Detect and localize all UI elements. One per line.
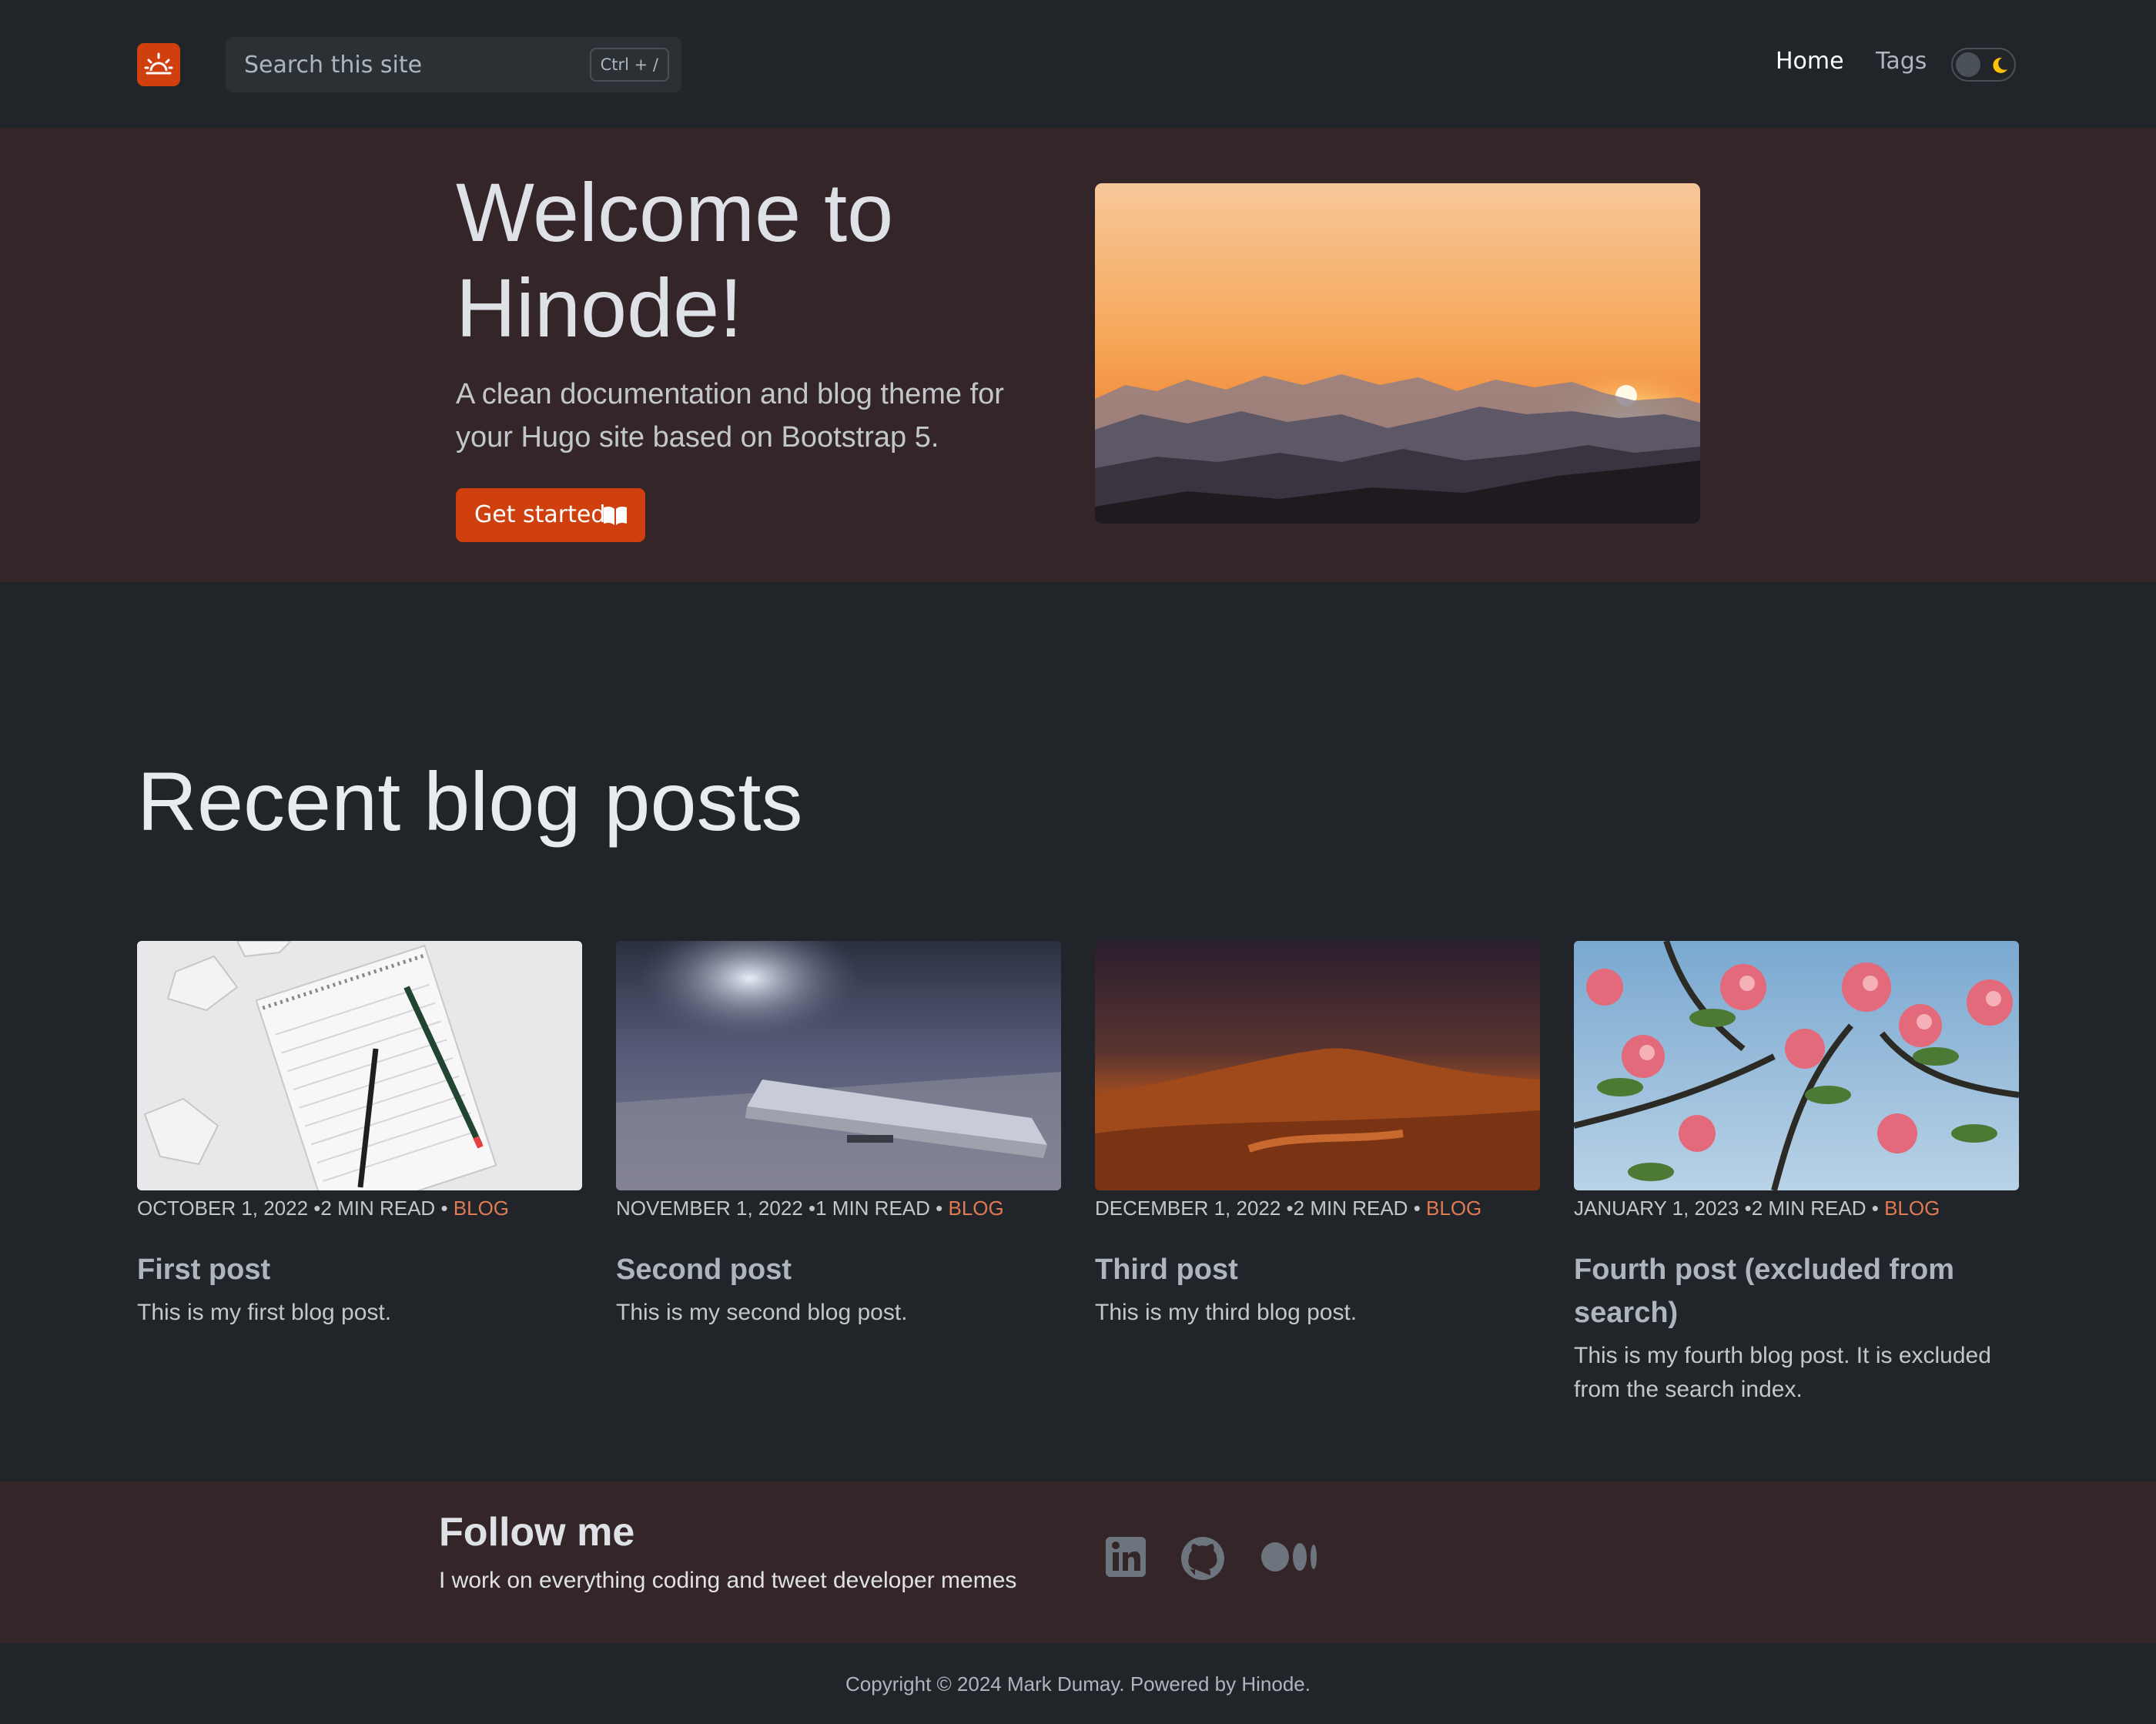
search-shortcut-hint: Ctrl + / — [589, 48, 669, 82]
medium-link[interactable] — [1260, 1535, 1320, 1582]
post-category-link[interactable]: BLOG — [1426, 1197, 1481, 1220]
home-logo[interactable] — [137, 43, 180, 86]
post-meta: OCTOBER 1, 2022 •2 MIN READ • BLOG — [137, 1197, 510, 1220]
post-title[interactable]: Third post — [1095, 1248, 1540, 1291]
footer: Copyright © 2024 Mark Dumay. Powered by … — [0, 1643, 2156, 1724]
get-started-label: Get started — [474, 501, 606, 528]
nav-link-home[interactable]: Home — [1776, 48, 1844, 75]
follow-section: Follow me I work on everything coding an… — [0, 1481, 2156, 1643]
post-title[interactable]: First post — [137, 1248, 582, 1291]
post-image-phone — [616, 941, 1061, 1190]
post-card[interactable]: NOVEMBER 1, 2022 •1 MIN READ • BLOG Seco… — [616, 941, 1061, 1330]
sunrise-icon — [144, 52, 173, 75]
post-read-time: 1 MIN READ — [815, 1197, 930, 1220]
post-date: JANUARY 1, 2023 — [1574, 1197, 1739, 1220]
linkedin-icon — [1106, 1537, 1146, 1577]
recent-posts-title: Recent blog posts — [137, 755, 803, 848]
post-card[interactable]: OCTOBER 1, 2022 •2 MIN READ • BLOG First… — [137, 941, 582, 1330]
post-category-link[interactable]: BLOG — [454, 1197, 509, 1220]
post-date: OCTOBER 1, 2022 — [137, 1197, 309, 1220]
post-title[interactable]: Fourth post (excluded from search) — [1574, 1248, 2019, 1334]
linkedin-link[interactable] — [1104, 1535, 1147, 1582]
post-image-notebook — [137, 941, 582, 1190]
github-link[interactable] — [1180, 1535, 1226, 1585]
follow-text: I work on everything coding and tweet de… — [439, 1568, 1017, 1593]
post-read-time: 2 MIN READ — [1293, 1197, 1408, 1220]
post-meta: NOVEMBER 1, 2022 •1 MIN READ • BLOG — [616, 1197, 1004, 1220]
theme-toggle[interactable] — [1951, 48, 2016, 82]
post-description: This is my fourth blog post. It is exclu… — [1574, 1343, 1991, 1402]
hero-section: Welcome to Hinode! A clean documentation… — [0, 128, 2156, 582]
post-date: NOVEMBER 1, 2022 — [616, 1197, 803, 1220]
post-meta: JANUARY 1, 2023 •2 MIN READ • BLOG — [1574, 1197, 1940, 1220]
search-box: Ctrl + / — [226, 37, 681, 92]
moon-icon — [1993, 57, 2007, 73]
github-icon — [1181, 1537, 1224, 1580]
toggle-knob — [1956, 52, 1980, 77]
post-date: DECEMBER 1, 2022 — [1095, 1197, 1281, 1220]
post-description: This is my first blog post. — [137, 1300, 392, 1325]
hero-title: Welcome to Hinode! — [456, 166, 894, 354]
navbar: Ctrl + / Home Tags — [0, 0, 2156, 128]
medium-icon — [1261, 1542, 1317, 1572]
post-description: This is my second blog post. — [616, 1300, 908, 1325]
post-category-link[interactable]: BLOG — [948, 1197, 1003, 1220]
post-meta: DECEMBER 1, 2022 •2 MIN READ • BLOG — [1095, 1197, 1482, 1220]
post-read-time: 2 MIN READ — [1751, 1197, 1866, 1220]
follow-title: Follow me — [439, 1510, 635, 1555]
post-description: This is my third blog post. — [1095, 1300, 1358, 1325]
post-image-desert-dunes — [1095, 941, 1540, 1190]
get-started-button[interactable]: Get started — [456, 488, 645, 542]
book-open-icon — [604, 506, 627, 525]
hero-image-sunset-mountains — [1095, 183, 1700, 524]
post-card[interactable]: DECEMBER 1, 2022 •2 MIN READ • BLOG Thir… — [1095, 941, 1540, 1330]
nav-link-tags[interactable]: Tags — [1876, 48, 1927, 75]
post-image-blossoms — [1574, 941, 2019, 1190]
post-category-link[interactable]: BLOG — [1884, 1197, 1940, 1220]
post-title[interactable]: Second post — [616, 1248, 1061, 1291]
footer-copyright: Copyright © 2024 Mark Dumay. Powered by … — [845, 1672, 1311, 1696]
post-card[interactable]: JANUARY 1, 2023 •2 MIN READ • BLOG Fourt… — [1574, 941, 2019, 1407]
post-read-time: 2 MIN READ — [320, 1197, 436, 1220]
hero-subtitle: A clean documentation and blog theme for… — [456, 378, 1004, 454]
